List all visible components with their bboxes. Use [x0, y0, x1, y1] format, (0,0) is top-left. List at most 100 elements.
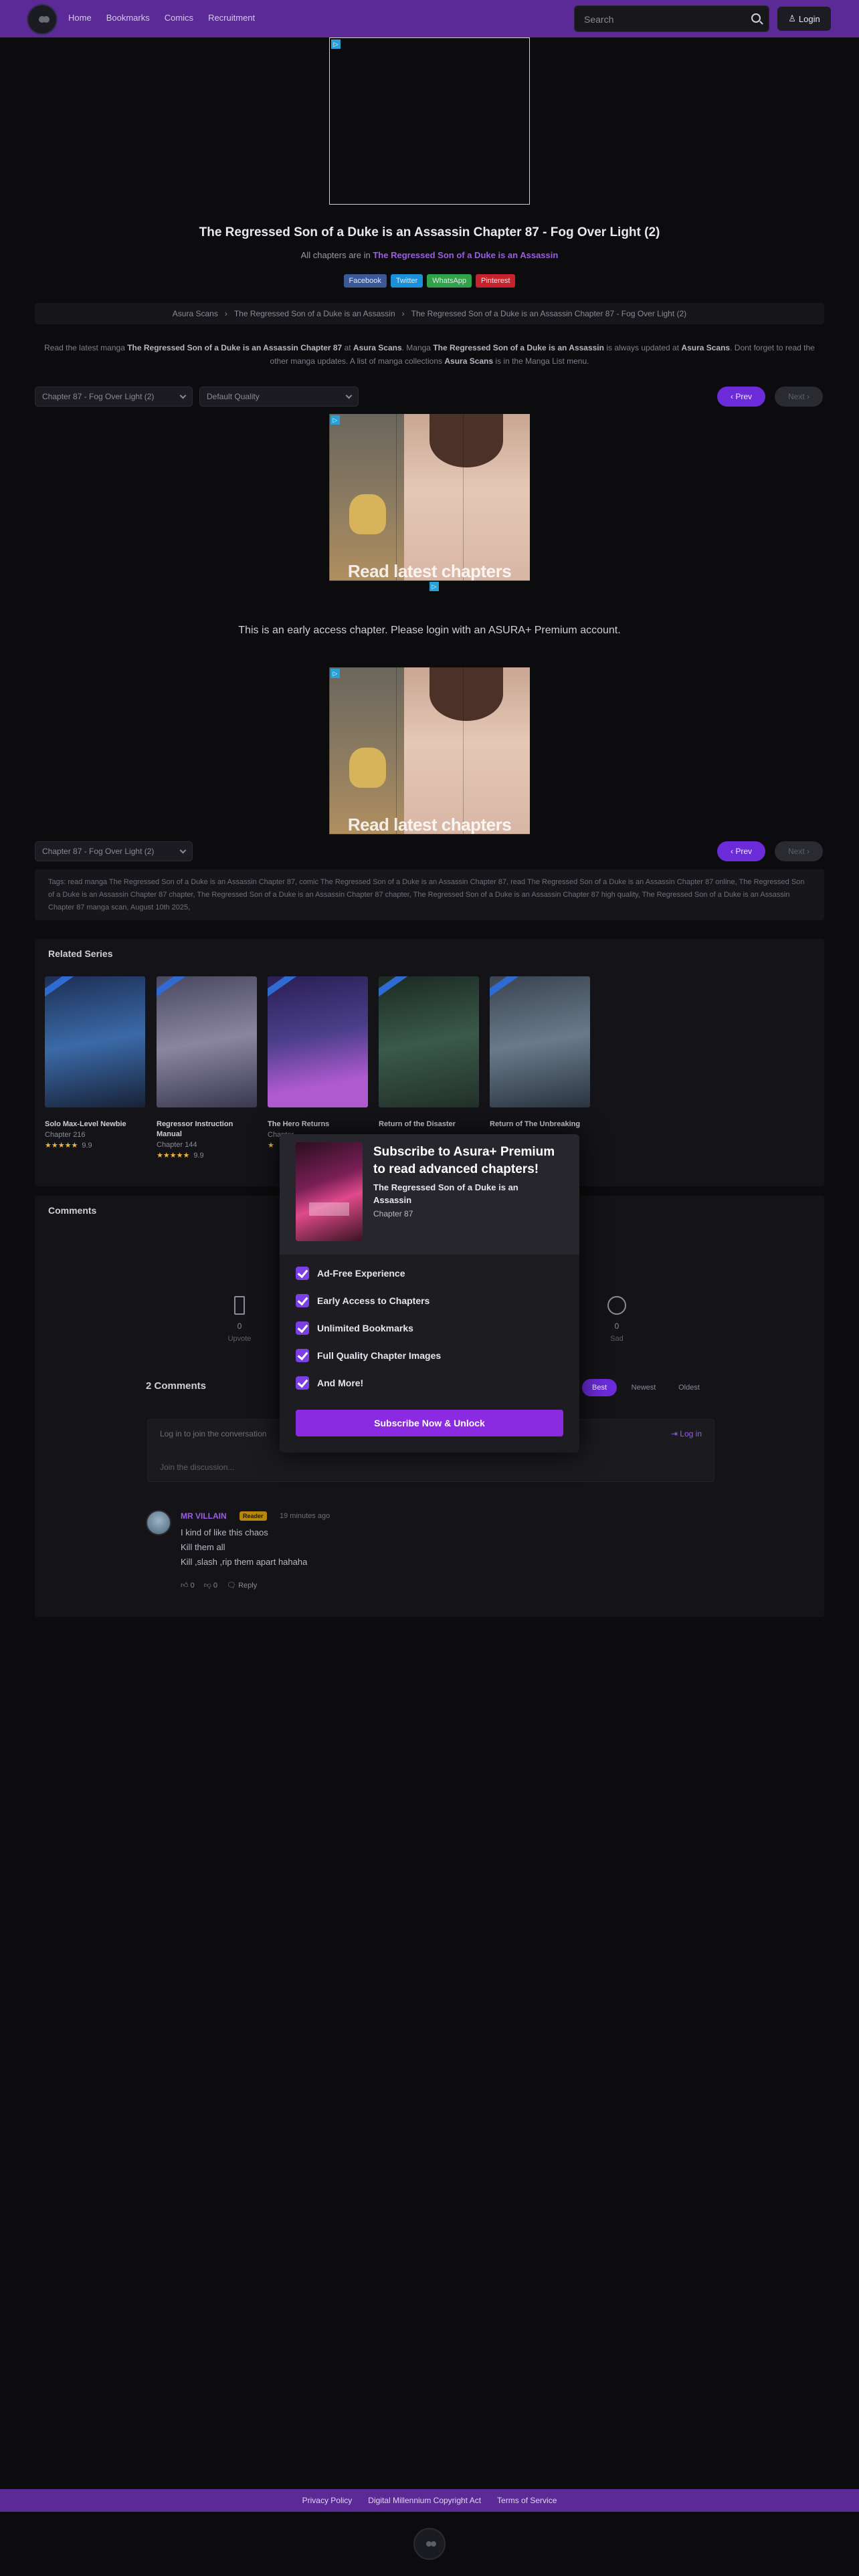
chevron-down-icon — [179, 392, 187, 399]
check-icon — [296, 1349, 309, 1362]
seo-tags: Tags: read manga The Regressed Son of a … — [35, 869, 824, 920]
user-badge: Reader — [240, 1511, 267, 1521]
comment-line: I kind of like this chaos — [181, 1527, 268, 1537]
reply-icon: 🗨︎ — [227, 1582, 239, 1590]
all-chapters-line: All chapters are in The Regressed Son of… — [0, 250, 859, 260]
series-cover[interactable] — [379, 976, 479, 1107]
series-card[interactable]: The Hero Returns Chapter ★ — [268, 976, 368, 1150]
intro-text: Read the latest manga The Regressed Son … — [44, 343, 815, 366]
search-icon[interactable] — [751, 13, 761, 23]
prev-chapter-button[interactable]: ‹ Prev — [717, 387, 765, 407]
inline-ad-1[interactable]: ▷ Read latest chapters now! — [329, 414, 530, 581]
share-twitter-button[interactable]: Twitter — [390, 274, 423, 288]
series-link[interactable]: The Regressed Son of a Duke is an Assass… — [373, 250, 558, 260]
reaction-sad[interactable]: 0 Sad — [590, 1296, 644, 1343]
next-chapter-button-bottom[interactable]: Next › — [775, 841, 823, 861]
reaction-count: 0 — [237, 1321, 242, 1331]
reaction-label: Sad — [610, 1335, 624, 1343]
top-nav-bar: Home Bookmarks Comics Recruitment ♙ Logi… — [0, 0, 859, 37]
series-card[interactable]: Solo Max-Level Newbie Chapter 216 ★★★★★ 9… — [45, 976, 145, 1150]
quality-select-value: Default Quality — [207, 392, 260, 401]
all-chapters-prefix: All chapters are in — [300, 250, 371, 260]
chapter-select-bottom[interactable]: Chapter 87 - Fog Over Light (2) — [35, 841, 193, 861]
series-name[interactable]: The Hero Returns — [268, 1119, 368, 1130]
comments-title: Comments — [48, 1205, 97, 1216]
footer-bar: Privacy Policy Digital Millennium Copyri… — [0, 2489, 859, 2512]
feature-item: And More! — [296, 1376, 363, 1390]
reaction-count: 0 — [614, 1321, 619, 1331]
top-ad-slot[interactable]: ▷ — [329, 37, 530, 205]
feature-item: Early Access to Chapters — [296, 1294, 430, 1307]
sad-face-icon — [607, 1296, 626, 1315]
prev-chapter-button-bottom[interactable]: ‹ Prev — [717, 841, 765, 861]
ad-choices-icon[interactable]: ▷ — [430, 582, 439, 591]
series-chapter: Chapter 144 — [157, 1141, 197, 1149]
check-icon — [296, 1294, 309, 1307]
nav-comics[interactable]: Comics — [165, 13, 193, 23]
reply-button[interactable]: 🗨︎ Reply — [227, 1581, 257, 1590]
series-card[interactable]: Return of the Disaster — [379, 976, 479, 1130]
series-name[interactable]: Solo Max-Level Newbie — [45, 1119, 145, 1130]
series-cover[interactable] — [490, 976, 590, 1107]
series-name[interactable]: Regressor Instruction Manual — [157, 1119, 257, 1140]
share-pinterest-button[interactable]: Pinterest — [476, 274, 516, 288]
main-nav: Home Bookmarks Comics Recruitment — [68, 13, 255, 23]
like-button[interactable]: 👍︎ 0 — [181, 1581, 195, 1590]
ad-choices-icon[interactable]: ▷ — [330, 669, 340, 678]
series-cover[interactable] — [157, 976, 257, 1107]
breadcrumb-series[interactable]: The Regressed Son of a Duke is an Assass… — [234, 309, 395, 318]
nav-home[interactable]: Home — [68, 13, 92, 23]
sort-best[interactable]: Best — [582, 1379, 617, 1396]
series-card[interactable]: Return of The Unbreaking — [490, 976, 590, 1130]
search-box — [574, 5, 769, 32]
sort-newest[interactable]: Newest — [624, 1379, 664, 1396]
login-button[interactable]: ♙ Login — [777, 7, 831, 31]
upvote-icon — [234, 1296, 245, 1315]
comment-input[interactable]: Join the discussion... — [160, 1463, 234, 1472]
share-facebook-button[interactable]: Facebook — [343, 274, 387, 288]
check-icon — [296, 1267, 309, 1280]
chevron-left-icon: ‹ — [730, 847, 736, 856]
ad-choices-icon[interactable]: ▷ — [331, 39, 341, 49]
early-access-message: This is an early access chapter. Please … — [238, 625, 621, 636]
footer-dmca-link[interactable]: Digital Millennium Copyright Act — [368, 2496, 481, 2505]
chevron-right-icon: › — [804, 392, 810, 401]
chevron-right-icon: › — [804, 847, 810, 856]
inline-ad-2[interactable]: ▷ Read latest chapters now! — [329, 667, 530, 835]
footer-logo[interactable] — [413, 2528, 446, 2560]
ad-choices-icon[interactable]: ▷ — [330, 415, 340, 425]
series-name[interactable]: Return of the Disaster — [379, 1119, 479, 1130]
chapter-select[interactable]: Chapter 87 - Fog Over Light (2) — [35, 387, 193, 407]
comment-username[interactable]: MR VILLAIN — [181, 1511, 227, 1521]
comment-time: 19 minutes ago — [280, 1512, 330, 1520]
series-chapter: Chapter 216 — [45, 1131, 86, 1139]
nav-recruitment[interactable]: Recruitment — [208, 13, 255, 23]
site-logo[interactable] — [27, 4, 58, 35]
series-card[interactable]: Regressor Instruction Manual Chapter 144… — [157, 976, 257, 1160]
login-label: Login — [798, 13, 820, 24]
modal-series-cover — [296, 1142, 363, 1241]
join-text: Log in to join the conversation — [160, 1429, 267, 1438]
chevron-left-icon: ‹ — [730, 392, 736, 401]
series-cover[interactable] — [268, 976, 368, 1107]
subscribe-button[interactable]: Subscribe Now & Unlock — [296, 1410, 563, 1436]
series-name[interactable]: Return of The Unbreaking — [490, 1119, 590, 1130]
dislike-button[interactable]: 👎︎ 0 — [204, 1581, 217, 1590]
next-chapter-button[interactable]: Next › — [775, 387, 823, 407]
chevron-down-icon — [179, 847, 187, 853]
share-whatsapp-button[interactable]: WhatsApp — [427, 274, 472, 288]
footer-terms-link[interactable]: Terms of Service — [497, 2496, 557, 2505]
series-cover[interactable] — [45, 976, 145, 1107]
reaction-upvote[interactable]: 0 Upvote — [213, 1296, 266, 1343]
sort-oldest[interactable]: Oldest — [669, 1379, 709, 1396]
search-input[interactable] — [584, 13, 745, 26]
series-rating: ★★★★★ 9.9 — [157, 1152, 204, 1160]
subscribe-modal: Subscribe to Asura+ Premium to read adva… — [280, 1134, 579, 1453]
footer-privacy-link[interactable]: Privacy Policy — [302, 2496, 353, 2505]
breadcrumb-site[interactable]: Asura Scans — [173, 309, 218, 318]
quality-select[interactable]: Default Quality — [199, 387, 359, 407]
modal-chapter: Chapter 87 — [373, 1209, 413, 1218]
nav-bookmarks[interactable]: Bookmarks — [106, 13, 150, 23]
avatar[interactable] — [146, 1510, 171, 1535]
comment-login-link[interactable]: ⇥ Log in — [671, 1429, 702, 1438]
